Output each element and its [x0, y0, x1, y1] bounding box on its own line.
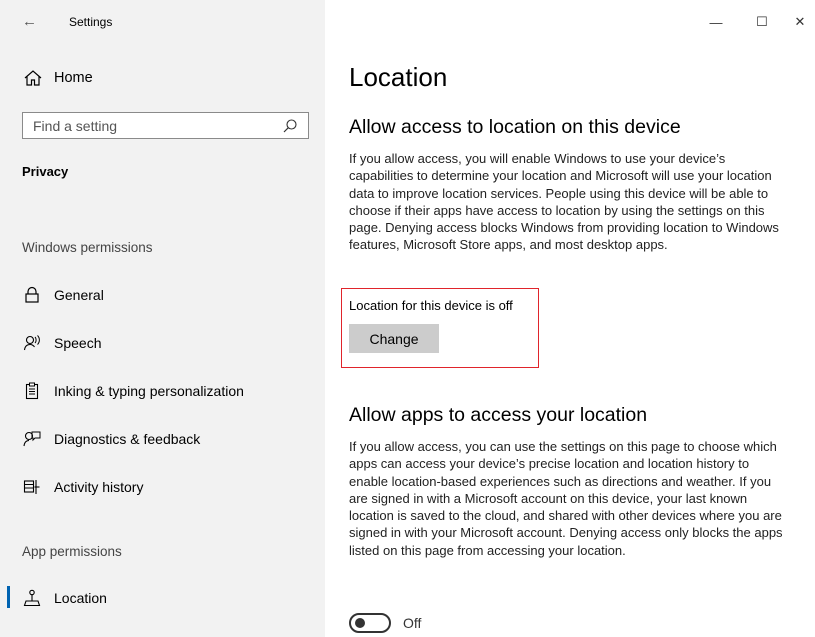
- back-button[interactable]: ←: [22, 12, 44, 32]
- home-icon: [22, 67, 44, 89]
- sidebar-item-label: General: [54, 287, 104, 303]
- sidebar-item-activity-history[interactable]: Activity history: [22, 475, 322, 499]
- settings-window: ← Settings Home Find a setting Privacy W…: [0, 0, 815, 637]
- minimize-icon: —: [709, 14, 723, 30]
- device-section-description: If you allow access, you will enable Win…: [349, 151, 779, 253]
- selected-indicator: [7, 586, 10, 608]
- sidebar-item-label: Diagnostics & feedback: [54, 431, 201, 447]
- sidebar-item-diagnostics-feedback[interactable]: Diagnostics & feedback: [22, 427, 322, 451]
- sidebar-item-general[interactable]: General: [22, 283, 322, 307]
- back-arrow-icon: ←: [22, 13, 37, 30]
- maximize-icon: ☐: [756, 14, 768, 29]
- window-controls: — ☐ ✕: [693, 8, 815, 36]
- sidebar-item-label: Speech: [54, 335, 102, 351]
- title-bar: ← Settings: [0, 0, 325, 44]
- search-placeholder: Find a setting: [33, 117, 118, 134]
- sidebar-item-label: Location: [54, 590, 107, 606]
- app-title: Settings: [69, 15, 113, 29]
- home-label: Home: [54, 70, 93, 86]
- apps-section-heading: Allow apps to access your location: [349, 404, 648, 426]
- minimize-button[interactable]: —: [693, 8, 739, 36]
- home-nav-item[interactable]: Home: [22, 66, 312, 90]
- device-location-status: Location for this device is off: [349, 298, 513, 313]
- location-icon: [22, 588, 42, 608]
- sidebar: ← Settings Home Find a setting Privacy W…: [0, 0, 325, 637]
- apps-location-toggle[interactable]: [349, 613, 391, 633]
- sidebar-item-speech[interactable]: Speech: [22, 331, 322, 355]
- sidebar-item-inking-typing[interactable]: Inking & typing personalization: [22, 379, 322, 403]
- apps-location-toggle-row: Off: [349, 613, 421, 633]
- close-icon: ✕: [794, 14, 806, 29]
- sidebar-item-label: Activity history: [54, 479, 144, 495]
- activity-icon: [22, 477, 42, 497]
- section-title: Privacy: [22, 164, 69, 179]
- page-title: Location: [349, 62, 448, 92]
- apps-section-description: If you allow access, you can use the set…: [349, 439, 783, 558]
- close-button[interactable]: ✕: [785, 8, 815, 36]
- clipboard-icon: [22, 381, 42, 401]
- maximize-button[interactable]: ☐: [739, 8, 785, 36]
- sidebar-item-label: Inking & typing personalization: [54, 383, 244, 399]
- sidebar-item-location[interactable]: Location: [22, 586, 322, 610]
- group-label-windows-permissions: Windows permissions: [22, 240, 153, 255]
- feedback-icon: [22, 429, 42, 449]
- lock-icon: [22, 285, 42, 305]
- change-button[interactable]: Change: [349, 324, 439, 353]
- search-icon[interactable]: [282, 118, 298, 134]
- toggle-state-label: Off: [403, 615, 422, 631]
- speech-icon: [22, 333, 42, 353]
- group-label-app-permissions: App permissions: [22, 544, 122, 559]
- device-section-heading: Allow access to location on this device: [349, 116, 681, 138]
- toggle-knob: [355, 618, 365, 628]
- search-input[interactable]: Find a setting: [22, 112, 309, 139]
